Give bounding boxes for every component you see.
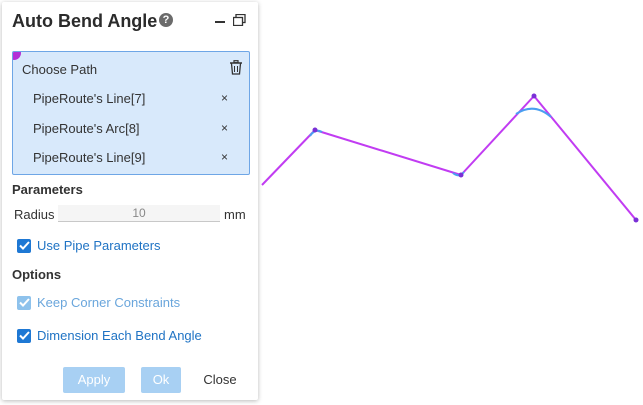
- choose-path-box[interactable]: Choose Path PipeRoute's Line[7] × PipeRo…: [12, 51, 250, 175]
- radius-unit-label: mm: [224, 207, 246, 222]
- trash-icon[interactable]: [229, 60, 243, 75]
- apply-button[interactable]: Apply: [63, 367, 125, 393]
- path-item[interactable]: PipeRoute's Line[7]: [33, 91, 145, 106]
- parameters-heading: Parameters: [12, 182, 83, 197]
- path-item[interactable]: PipeRoute's Arc[8]: [33, 121, 140, 136]
- keep-corner-constraints-checkbox[interactable]: Keep Corner Constraints: [17, 295, 180, 310]
- dimension-each-bend-angle-label: Dimension Each Bend Angle: [37, 328, 202, 343]
- sketch-point[interactable]: [312, 127, 318, 133]
- remove-item-icon[interactable]: ×: [221, 150, 228, 164]
- help-icon[interactable]: ?: [159, 13, 173, 27]
- sketch-point[interactable]: [531, 93, 537, 99]
- minimize-icon[interactable]: [215, 21, 225, 23]
- checkbox-checked-disabled-icon[interactable]: [17, 295, 31, 310]
- checkbox-checked-icon[interactable]: [17, 328, 31, 343]
- remove-item-icon[interactable]: ×: [221, 91, 228, 105]
- path-item[interactable]: PipeRoute's Line[9]: [33, 150, 145, 165]
- active-selection-marker: [13, 52, 21, 60]
- pipe-route-line-segment[interactable]: [261, 129, 316, 186]
- pipe-route-line-segment[interactable]: [314, 129, 462, 176]
- keep-corner-constraints-label: Keep Corner Constraints: [37, 295, 181, 310]
- ok-button[interactable]: Ok: [141, 367, 181, 393]
- close-button[interactable]: Close: [196, 367, 244, 393]
- sketch-point[interactable]: [458, 172, 464, 178]
- remove-item-icon[interactable]: ×: [221, 121, 228, 135]
- radius-input[interactable]: [58, 205, 220, 222]
- choose-path-header: Choose Path: [22, 62, 98, 77]
- sketch-point[interactable]: [633, 217, 639, 223]
- checkbox-checked-icon[interactable]: [17, 238, 31, 253]
- use-pipe-parameters-label: Use Pipe Parameters: [37, 238, 161, 253]
- use-pipe-parameters-checkbox[interactable]: Use Pipe Parameters: [17, 238, 161, 253]
- options-heading: Options: [12, 267, 62, 282]
- dimension-each-bend-angle-checkbox[interactable]: Dimension Each Bend Angle: [17, 328, 202, 343]
- restore-window-icon[interactable]: [233, 14, 246, 26]
- pipe-route-line-segment[interactable]: [460, 95, 535, 176]
- panel-title: Auto Bend Angle: [12, 11, 158, 31]
- auto-bend-angle-panel: Auto Bend Angle ? Choose Path PipeRoute'…: [2, 2, 258, 400]
- radius-label: Radius: [14, 207, 55, 222]
